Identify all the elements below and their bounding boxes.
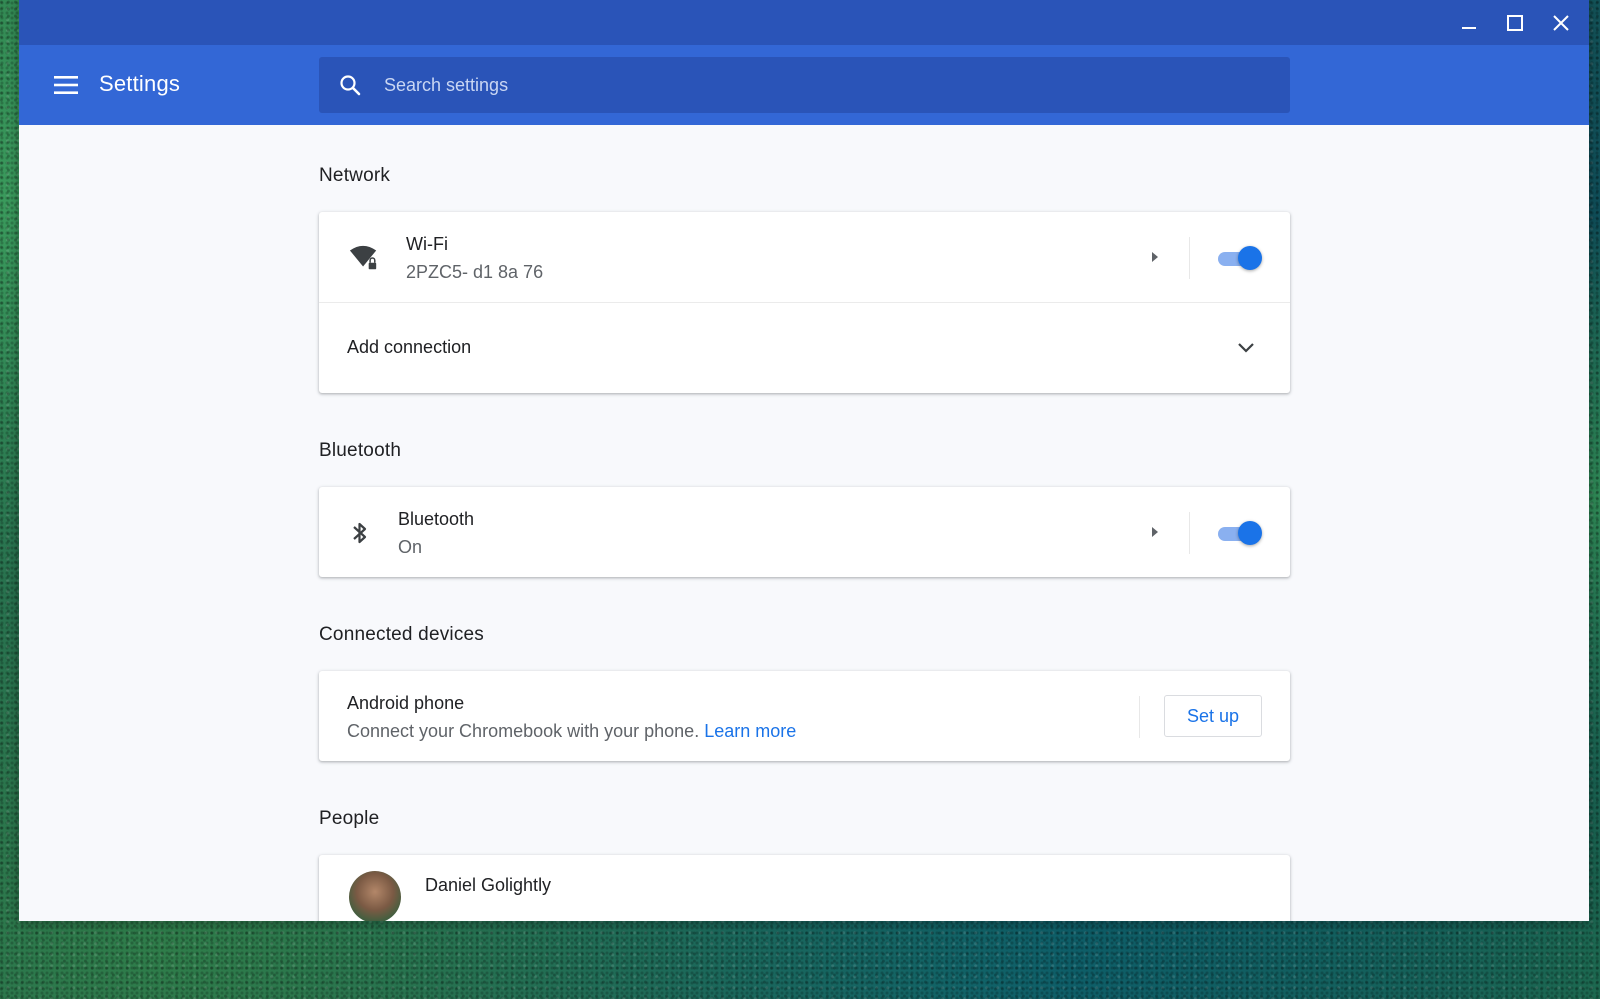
account-row[interactable]: Daniel Golightly bbox=[319, 855, 1290, 921]
wifi-toggle[interactable] bbox=[1216, 245, 1262, 271]
wifi-row[interactable]: Wi-Fi 2PZC5- d1 8a 76 bbox=[319, 212, 1290, 302]
android-phone-description: Connect your Chromebook with your phone.… bbox=[347, 721, 796, 742]
hamburger-menu-icon bbox=[54, 76, 78, 94]
bluetooth-icon bbox=[345, 518, 375, 548]
close-icon bbox=[1553, 14, 1569, 31]
wifi-label: Wi-Fi bbox=[406, 234, 448, 254]
connected-devices-card: Android phone Connect your Chromebook wi… bbox=[319, 671, 1290, 761]
set-up-button[interactable]: Set up bbox=[1164, 695, 1262, 737]
divider bbox=[1189, 512, 1190, 554]
bluetooth-status: On bbox=[398, 537, 423, 557]
android-phone-label: Android phone bbox=[347, 693, 465, 713]
title-bar bbox=[19, 0, 1589, 45]
app-bar: Settings bbox=[19, 45, 1589, 125]
menu-button[interactable] bbox=[50, 69, 82, 101]
wifi-arrow-right-icon[interactable] bbox=[1148, 250, 1162, 264]
network-card: Wi-Fi 2PZC5- d1 8a 76 Add connection bbox=[319, 212, 1290, 393]
learn-more-link[interactable]: Learn more bbox=[704, 721, 796, 741]
window-controls bbox=[1455, 0, 1575, 45]
settings-window: Settings Network bbox=[19, 0, 1589, 921]
people-card: Daniel Golightly bbox=[319, 855, 1290, 921]
bluetooth-label: Bluetooth bbox=[398, 509, 475, 529]
search-icon bbox=[336, 71, 364, 99]
bluetooth-card: Bluetooth On bbox=[319, 487, 1290, 577]
section-title-bluetooth: Bluetooth bbox=[319, 440, 402, 461]
avatar bbox=[349, 871, 401, 921]
add-connection-label: Add connection bbox=[347, 337, 472, 357]
wifi-secure-icon bbox=[349, 243, 379, 273]
maximize-button[interactable] bbox=[1501, 9, 1529, 37]
android-description-text: Connect your Chromebook with your phone. bbox=[347, 721, 700, 741]
minimize-button[interactable] bbox=[1455, 9, 1483, 37]
search-box[interactable] bbox=[319, 57, 1290, 113]
divider bbox=[1139, 696, 1140, 738]
toggle-knob bbox=[1238, 521, 1262, 545]
add-connection-row[interactable]: Add connection bbox=[319, 302, 1290, 393]
minimize-icon bbox=[1462, 26, 1476, 29]
bluetooth-toggle[interactable] bbox=[1216, 520, 1262, 546]
android-phone-row: Android phone Connect your Chromebook wi… bbox=[319, 671, 1290, 761]
close-button[interactable] bbox=[1547, 9, 1575, 37]
divider bbox=[1189, 237, 1190, 279]
bluetooth-arrow-right-icon[interactable] bbox=[1148, 525, 1162, 539]
section-title-network: Network bbox=[319, 165, 391, 186]
wifi-network-name: 2PZC5- d1 8a 76 bbox=[406, 262, 544, 282]
search-input[interactable] bbox=[382, 73, 1290, 97]
section-title-people: People bbox=[319, 808, 380, 829]
settings-content: Network Wi-Fi 2PZC5- d1 8a 76 Add connec… bbox=[319, 125, 1290, 921]
section-title-connected-devices: Connected devices bbox=[319, 624, 485, 645]
user-name: Daniel Golightly bbox=[425, 875, 552, 895]
page-title: Settings bbox=[99, 71, 181, 96]
chevron-down-icon[interactable] bbox=[1234, 336, 1258, 360]
bluetooth-row[interactable]: Bluetooth On bbox=[319, 487, 1290, 577]
toggle-knob bbox=[1238, 246, 1262, 270]
maximize-icon bbox=[1507, 14, 1523, 31]
